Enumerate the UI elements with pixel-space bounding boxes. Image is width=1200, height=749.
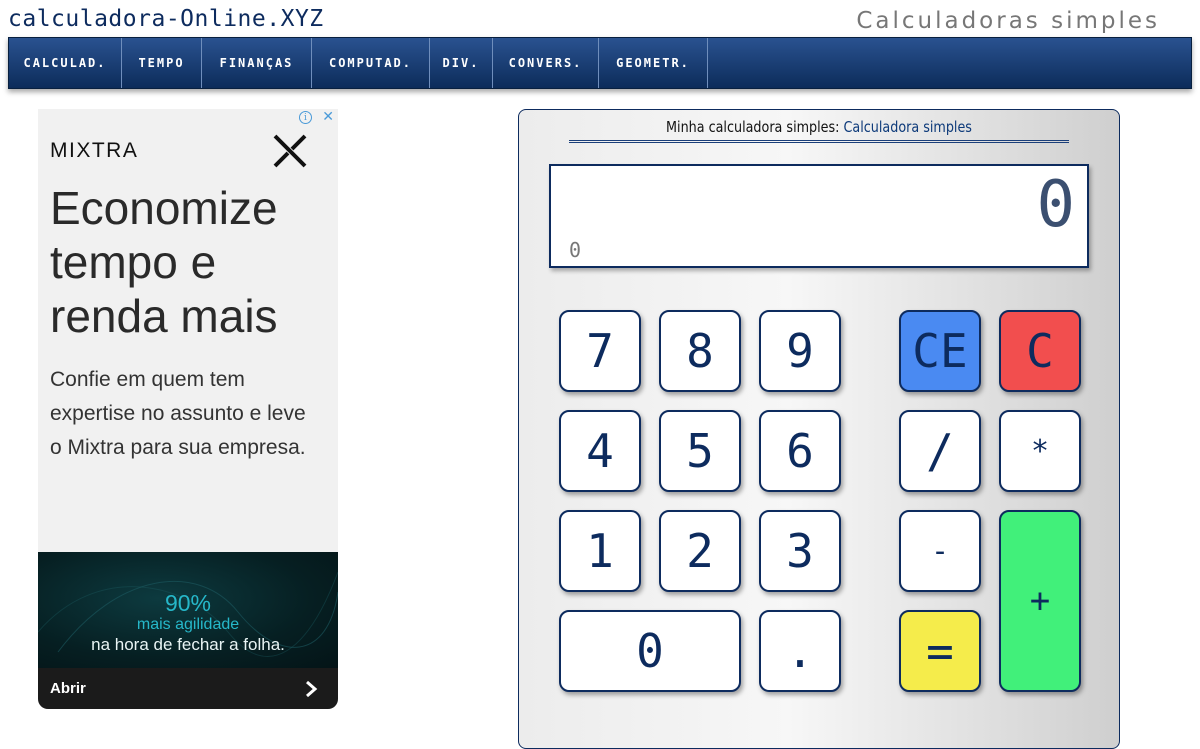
ad-headline: Economize tempo e renda mais [50,182,278,342]
advertisement[interactable]: i ✕ MIXTRA Economize tempo e renda mais … [38,109,338,709]
heading-divider [569,140,1069,143]
clear-button[interactable]: C [999,310,1081,392]
ad-info-icon[interactable]: i [299,111,312,124]
nav-item-tempo[interactable]: TEMPO [122,38,202,88]
key-3[interactable]: 3 [759,510,841,592]
key-1[interactable]: 1 [559,510,641,592]
ad-open-button[interactable]: Abrir [38,668,338,709]
key-8[interactable]: 8 [659,310,741,392]
key-6[interactable]: 6 [759,410,841,492]
mixtra-logo-icon [273,134,307,168]
nav-item-geometr[interactable]: GEOMETR. [599,38,708,88]
nav-item-computad[interactable]: COMPUTAD. [312,38,430,88]
multiply-button[interactable]: * [999,410,1081,492]
ad-body-text: Confie em quem tem expertise no assunto … [50,368,306,459]
site-title[interactable]: calculadora-Online.XYZ [8,6,324,32]
display-history: 0 [569,238,582,262]
main-nav: CALCULAD. TEMPO FINANÇAS COMPUTAD. DIV. … [8,37,1192,89]
clear-entry-button[interactable]: CE [899,310,981,392]
calculator-heading-link[interactable]: Calculadora simples [844,118,972,136]
ad-brand-name: MIXTRA [50,139,139,162]
key-5[interactable]: 5 [659,410,741,492]
site-tagline: Calculadoras simples [856,8,1160,34]
ad-banner: 90% mais agilidade na hora de fechar a f… [38,552,338,668]
key-2[interactable]: 2 [659,510,741,592]
display-value: 0 [1036,168,1075,242]
ad-banner-text: na hora de fechar a folha. [91,635,285,654]
subtract-button[interactable]: - [899,510,981,592]
add-button[interactable]: + [999,510,1081,692]
key-4[interactable]: 4 [559,410,641,492]
nav-item-div[interactable]: DIV. [430,38,493,88]
ad-close-icon[interactable]: ✕ [322,109,334,125]
divide-button[interactable]: / [899,410,981,492]
ad-open-label: Abrir [50,680,86,697]
equals-button[interactable]: = [899,610,981,692]
calculator: Minha calculadora simples: Calculadora s… [518,109,1120,749]
ad-banner-stat: 90% [164,590,212,616]
nav-item-financas[interactable]: FINANÇAS [202,38,312,88]
key-0[interactable]: 0 [559,610,741,692]
ad-banner-subtitle: mais agilidade [136,616,240,633]
key-7[interactable]: 7 [559,310,641,392]
calculator-display: 0 0 [549,164,1089,268]
calculator-heading: Minha calculadora simples: Calculadora s… [564,118,1074,136]
chevron-right-icon [306,680,318,697]
nav-item-convers[interactable]: CONVERS. [493,38,599,88]
decimal-button[interactable]: . [759,610,841,692]
nav-item-calculad[interactable]: CALCULAD. [9,38,122,88]
key-9[interactable]: 9 [759,310,841,392]
calculator-heading-prefix: Minha calculadora simples: [666,118,840,136]
